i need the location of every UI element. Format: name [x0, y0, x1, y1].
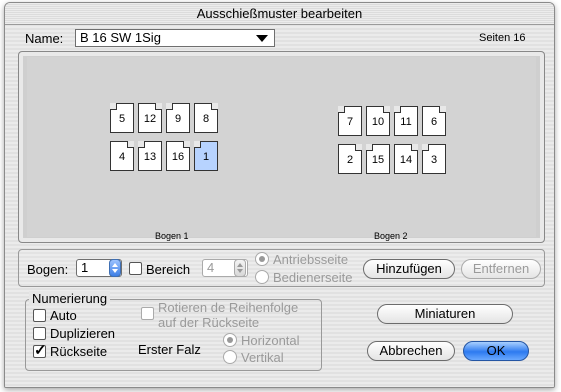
pages-count: Seiten 16 — [479, 32, 526, 44]
back-side-label: Rückseite — [50, 344, 108, 359]
page-tile[interactable]: 13 — [138, 141, 162, 171]
page-tile[interactable]: 2 — [338, 144, 362, 174]
back-side-checkbox[interactable]: ✓ — [33, 342, 47, 359]
page-tile[interactable]: 14 — [394, 144, 418, 174]
page-tile[interactable]: 15 — [366, 144, 390, 174]
page-tile[interactable]: 6 — [422, 106, 446, 136]
checkmark-icon: ✓ — [34, 342, 47, 359]
name-popup[interactable]: B 16 SW 1Sig — [75, 29, 275, 47]
window-title: Ausschießmuster bearbeiten — [196, 6, 363, 21]
bereich-stepper[interactable] — [234, 259, 246, 277]
auto-checkbox[interactable] — [33, 309, 46, 322]
page-tile[interactable]: 3 — [422, 144, 446, 174]
remove-button[interactable]: Entfernen — [461, 259, 541, 279]
thumbnails-button[interactable]: Miniaturen — [377, 304, 513, 324]
arrow-up-icon — [237, 263, 243, 267]
imposition-canvas: 5 12 9 8 4 13 16 1 Bogen 1 7 10 11 6 2 1… — [27, 57, 536, 241]
dialog-window: Ausschießmuster bearbeiten Name: B 16 SW… — [4, 2, 555, 388]
page-tile[interactable]: 5 — [110, 103, 134, 133]
sheet-2-label: Bogen 2 — [374, 231, 408, 241]
name-popup-value: B 16 SW 1Sig — [80, 30, 161, 45]
antrieb-radio[interactable] — [255, 252, 269, 266]
page-tile[interactable]: 9 — [166, 103, 190, 133]
page-tile-selected[interactable]: 1 — [194, 141, 218, 171]
horizontal-radio[interactable] — [223, 333, 237, 347]
bogen-stepper[interactable] — [109, 259, 121, 277]
sheet-1-label: Bogen 1 — [155, 231, 189, 241]
antrieb-label: Antriebsseite — [273, 252, 349, 267]
chevron-down-icon — [256, 35, 268, 42]
arrow-down-icon — [237, 269, 243, 273]
bogen-value: 1 — [81, 260, 89, 275]
rotate-checkbox[interactable] — [141, 307, 154, 320]
auto-label: Auto — [50, 308, 77, 323]
numbering-title: Numerierung — [29, 291, 111, 306]
bogen-label: Bogen: — [27, 262, 69, 277]
bereich-checkbox[interactable] — [129, 262, 142, 275]
bediener-radio[interactable] — [255, 270, 269, 284]
bereich-label: Bereich — [146, 262, 191, 277]
page-tile[interactable]: 8 — [194, 103, 218, 133]
vertical-label: Vertikal — [241, 350, 284, 365]
rotate-label-line2: auf der Rückseite — [158, 315, 260, 330]
imposition-preview: 5 12 9 8 4 13 16 1 Bogen 1 7 10 11 6 2 1… — [18, 51, 545, 243]
first-fold-label: Erster Falz — [138, 342, 201, 357]
page-tile[interactable]: 7 — [338, 106, 362, 136]
bereich-value: 4 — [207, 260, 215, 275]
rotate-label-line1: Rotieren de Reihenfolge — [158, 300, 299, 315]
page-tile[interactable]: 11 — [394, 106, 418, 136]
arrow-down-icon — [112, 269, 118, 273]
horizontal-label: Horizontal — [241, 333, 300, 348]
title-bar: Ausschießmuster bearbeiten — [5, 3, 554, 25]
page-tile[interactable]: 10 — [366, 106, 390, 136]
radio-dot — [227, 337, 233, 343]
vertical-radio[interactable] — [223, 350, 237, 364]
radio-dot — [259, 256, 265, 262]
page-tile[interactable]: 12 — [138, 103, 162, 133]
arrow-up-icon — [112, 263, 118, 267]
duplicate-label: Duplizieren — [50, 326, 116, 341]
bediener-label: Bedienerseite — [273, 270, 353, 285]
cancel-button[interactable]: Abbrechen — [367, 341, 455, 361]
page-tile[interactable]: 4 — [110, 141, 134, 171]
duplicate-checkbox[interactable] — [33, 327, 46, 340]
name-label: Name: — [25, 31, 64, 46]
page-tile[interactable]: 16 — [166, 141, 190, 171]
add-button[interactable]: Hinzufügen — [363, 259, 455, 279]
ok-button[interactable]: OK — [463, 341, 529, 361]
